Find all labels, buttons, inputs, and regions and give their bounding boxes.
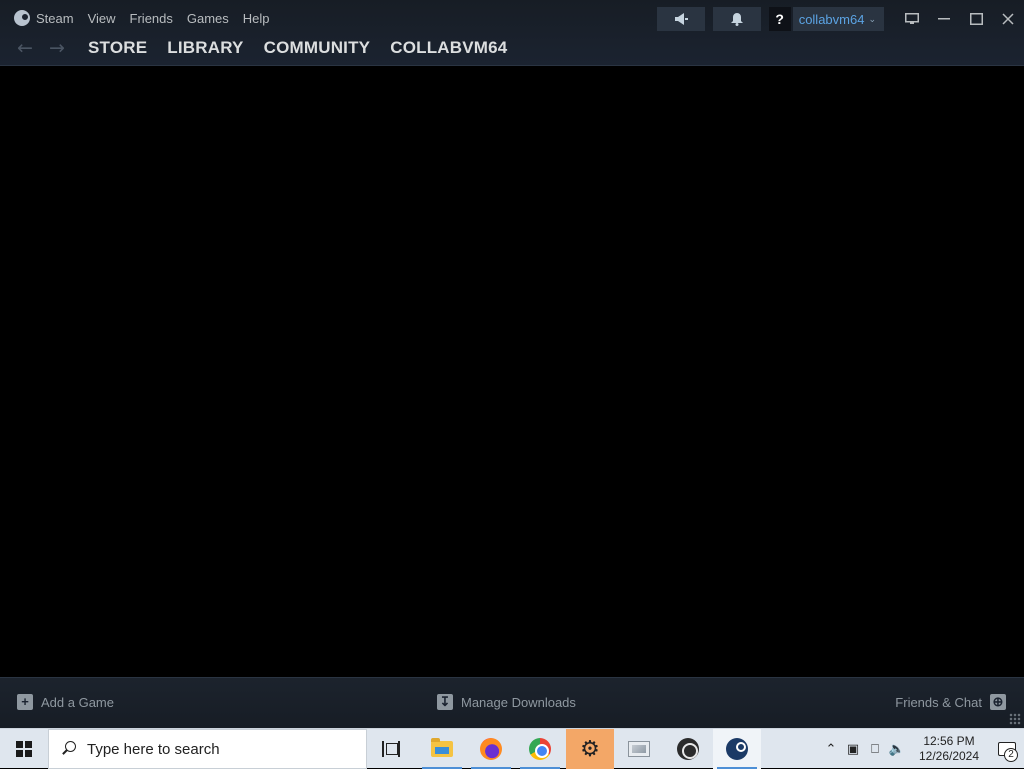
- steam-titlebar: Steam View Friends Games Help ← → STORE …: [0, 0, 1024, 66]
- volume-muted-icon[interactable]: 🔈: [886, 742, 908, 757]
- taskbar-search[interactable]: Type here to search: [48, 729, 367, 769]
- bell-icon: [730, 13, 743, 26]
- search-placeholder: Type here to search: [87, 740, 220, 758]
- taskbar-chrome[interactable]: [516, 729, 564, 769]
- menu-view[interactable]: View: [88, 11, 116, 26]
- steam-window: Steam View Friends Games Help ← → STORE …: [0, 0, 1024, 728]
- clock[interactable]: 12:56 PM 12/26/2024: [912, 734, 986, 764]
- menu-bar: Steam View Friends Games Help: [14, 8, 284, 28]
- task-view-button[interactable]: [367, 729, 415, 769]
- forward-arrow-icon[interactable]: →: [46, 37, 68, 59]
- add-game-label: Add a Game: [41, 694, 114, 710]
- maximize-icon: [969, 13, 983, 25]
- back-arrow-icon[interactable]: ←: [14, 37, 36, 59]
- minimize-button[interactable]: [928, 7, 960, 31]
- top-controls: ? collabvm64 ⌄: [656, 7, 1024, 31]
- menu-steam[interactable]: Steam: [36, 11, 74, 26]
- close-button[interactable]: [992, 7, 1024, 31]
- network-icon[interactable]: ⎕: [864, 742, 886, 757]
- maximize-button[interactable]: [960, 7, 992, 31]
- task-view-icon: [382, 741, 400, 757]
- start-button[interactable]: [0, 729, 48, 769]
- main-content: [0, 67, 1024, 677]
- windows-logo-icon: [16, 741, 32, 757]
- action-center-button[interactable]: 2: [990, 729, 1024, 769]
- taskbar-obs[interactable]: [664, 729, 712, 769]
- friends-chat-label: Friends & Chat: [895, 694, 982, 710]
- download-icon: ↧: [437, 694, 453, 710]
- clock-date: 12/26/2024: [918, 749, 980, 763]
- system-tray: ⌃ ▣ ⎕ 🔈 12:56 PM 12/26/2024 2: [820, 729, 1024, 769]
- nav-library[interactable]: LIBRARY: [167, 38, 243, 58]
- close-icon: [1002, 13, 1014, 25]
- taskbar-steam[interactable]: [713, 729, 761, 769]
- nav-bar: ← → STORE LIBRARY COMMUNITY COLLABVM64: [14, 36, 517, 60]
- menu-games[interactable]: Games: [187, 11, 229, 26]
- taskbar-settings[interactable]: ⚙: [566, 729, 614, 769]
- steam-logo-icon: [14, 10, 30, 26]
- account-menu-button[interactable]: collabvm64 ⌄: [792, 7, 884, 31]
- clock-time: 12:56 PM: [923, 734, 975, 748]
- menu-friends[interactable]: Friends: [130, 11, 173, 26]
- nav-store[interactable]: STORE: [88, 38, 147, 58]
- help-button[interactable]: ?: [768, 7, 791, 31]
- firefox-icon: [480, 738, 502, 760]
- account-name: collabvm64: [798, 11, 865, 27]
- remote-desktop-icon: [628, 741, 650, 757]
- chevron-down-icon: ⌄: [868, 13, 876, 24]
- big-picture-button[interactable]: [896, 7, 928, 31]
- friends-chat-button[interactable]: Friends & Chat ⊕: [895, 694, 1006, 710]
- megaphone-icon: [674, 13, 688, 25]
- taskbar-firefox[interactable]: [467, 729, 515, 769]
- bottom-bar: + Add a Game ↧ Manage Downloads Friends …: [0, 677, 1024, 728]
- notification-count: 2: [1004, 748, 1018, 762]
- plus-icon: +: [17, 694, 33, 710]
- security-shield-icon[interactable]: ▣: [842, 742, 864, 757]
- chevron-up-icon[interactable]: ⌃: [820, 742, 842, 757]
- minimize-icon: [938, 18, 950, 20]
- menu-help[interactable]: Help: [243, 11, 270, 26]
- search-icon: [61, 741, 77, 757]
- resize-grip[interactable]: [1009, 713, 1021, 725]
- nav-profile[interactable]: COLLABVM64: [390, 38, 507, 58]
- gear-icon: ⚙: [580, 736, 600, 762]
- manage-downloads-label: Manage Downloads: [461, 694, 576, 710]
- obs-icon: [677, 738, 699, 760]
- nav-community[interactable]: COMMUNITY: [264, 38, 371, 58]
- announcements-button[interactable]: [656, 7, 705, 31]
- manage-downloads-button[interactable]: ↧ Manage Downloads: [437, 694, 576, 710]
- file-explorer-icon: [431, 738, 453, 757]
- notifications-button[interactable]: [712, 7, 761, 31]
- add-game-button[interactable]: + Add a Game: [17, 694, 114, 710]
- chrome-icon: [529, 738, 551, 760]
- taskbar-remote-desktop[interactable]: [615, 729, 663, 769]
- steam-icon: [726, 738, 748, 760]
- taskbar-file-explorer[interactable]: [418, 729, 466, 769]
- monitor-icon: [905, 13, 919, 24]
- windows-taskbar: Type here to search ⚙ ⌃ ▣ ⎕ 🔈 12:56 PM 1…: [0, 728, 1024, 769]
- friends-icon: ⊕: [990, 694, 1006, 710]
